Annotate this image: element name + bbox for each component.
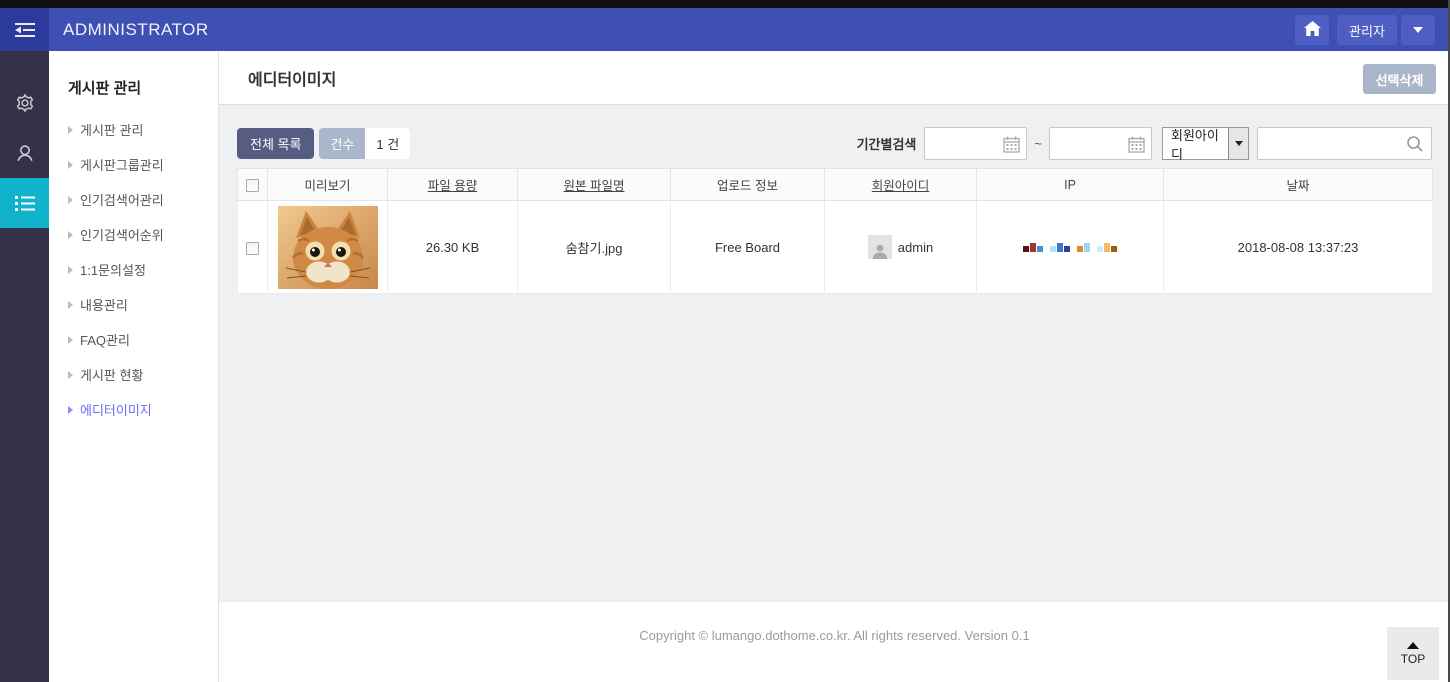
row-checkbox[interactable] <box>246 242 259 255</box>
count-label: 건수 <box>319 128 365 159</box>
date-cell: 2018-08-08 13:37:23 <box>1164 201 1433 294</box>
sidebar-item-content-manage[interactable]: 내용관리 <box>49 287 218 322</box>
sidebar: 게시판 관리 게시판 관리 게시판그룹관리 인기검색어관리 인기검색어순위 1:… <box>49 51 219 682</box>
sidebar-item-faq-manage[interactable]: FAQ관리 <box>49 322 218 357</box>
sidebar-menu: 게시판 관리 게시판그룹관리 인기검색어관리 인기검색어순위 1:1문의설정 내… <box>49 112 218 427</box>
table-header-row: 미리보기 파일 용량 원본 파일명 업로드 정보 회원아이디 IP 날짜 <box>238 169 1433 201</box>
editor-image-table: 미리보기 파일 용량 원본 파일명 업로드 정보 회원아이디 IP 날짜 <box>237 168 1433 294</box>
select-all-checkbox[interactable] <box>246 179 259 192</box>
user-dropdown-button[interactable] <box>1401 15 1435 45</box>
count-value: 1 건 <box>365 128 410 159</box>
col-preview: 미리보기 <box>268 169 388 201</box>
home-icon <box>1304 21 1321 39</box>
admin-user-button[interactable]: 관리자 <box>1337 15 1397 45</box>
col-member-id: 회원아이디 <box>825 169 977 201</box>
content-area: 전체 목록 건수 1 건 기간별검색 <box>219 127 1450 624</box>
select-arrow-button[interactable] <box>1228 128 1248 159</box>
date-from-input[interactable] <box>924 127 1027 160</box>
page-title: 에디터이미지 <box>248 66 336 90</box>
sidebar-item-board-group[interactable]: 게시판그룹관리 <box>49 147 218 182</box>
col-ip: IP <box>977 169 1164 201</box>
full-list-button[interactable]: 전체 목록 <box>237 128 314 159</box>
page-header: 에디터이미지 선택삭제 <box>219 51 1450 105</box>
sidebar-item-popular-keyword-rank[interactable]: 인기검색어순위 <box>49 217 218 252</box>
footer: Copyright © lumango.dothome.co.kr. All r… <box>219 602 1450 682</box>
col-original-filename: 원본 파일명 <box>518 169 671 201</box>
date-range-separator: ~ <box>1034 136 1042 151</box>
col-file-size: 파일 용량 <box>388 169 518 201</box>
triangle-up-icon <box>1407 642 1419 649</box>
selected-option: 회원아이디 <box>1163 125 1228 163</box>
chevron-down-icon <box>1235 141 1243 146</box>
sidebar-item-editor-image[interactable]: 에디터이미지 <box>49 392 218 427</box>
table-row: 26.30 KB 숨참기.jpg Free Board admin <box>238 201 1433 294</box>
main-area: 에디터이미지 선택삭제 전체 목록 건수 1 건 기간별검색 <box>219 51 1450 682</box>
date-to-input[interactable] <box>1049 127 1152 160</box>
calendar-icon[interactable] <box>1128 136 1145 156</box>
triangle-right-icon <box>68 126 73 134</box>
copyright-text: Copyright © lumango.dothome.co.kr. All r… <box>219 602 1450 643</box>
chevron-down-icon <box>1413 27 1423 33</box>
record-count: 건수 1 건 <box>319 128 410 159</box>
row-select-cell <box>238 201 268 294</box>
app-title: ADMINISTRATOR <box>63 20 209 40</box>
sidebar-item-inquiry-settings[interactable]: 1:1문의설정 <box>49 252 218 287</box>
triangle-right-icon <box>68 301 73 309</box>
triangle-right-icon <box>68 371 73 379</box>
home-button[interactable] <box>1295 15 1329 45</box>
top-button-label: TOP <box>1401 652 1425 666</box>
indent-menu-icon <box>14 22 36 38</box>
ip-cell <box>977 201 1164 294</box>
member-cell: admin <box>825 201 977 294</box>
preview-cell <box>268 201 388 294</box>
triangle-right-icon <box>68 231 73 239</box>
select-all-cell <box>238 169 268 201</box>
triangle-right-icon <box>68 196 73 204</box>
delete-selected-button[interactable]: 선택삭제 <box>1363 64 1436 94</box>
sidebar-title: 게시판 관리 <box>68 77 218 98</box>
window-top-strip <box>0 0 1450 8</box>
sidebar-item-board-manage[interactable]: 게시판 관리 <box>49 112 218 147</box>
search-field-select[interactable]: 회원아이디 <box>1162 127 1249 160</box>
avatar <box>868 235 892 259</box>
member-id: admin <box>898 240 933 255</box>
preview-thumbnail[interactable] <box>278 206 378 289</box>
search-box <box>1257 127 1432 160</box>
rail-item-users[interactable] <box>0 128 49 178</box>
sidebar-toggle-button[interactable] <box>0 8 49 51</box>
ip-obfuscated-glyphs <box>977 243 1163 252</box>
rail-item-settings[interactable] <box>0 78 49 128</box>
col-date: 날짜 <box>1164 169 1433 201</box>
scroll-top-button[interactable]: TOP <box>1387 627 1439 680</box>
file-size-cell: 26.30 KB <box>388 201 518 294</box>
upload-info-cell: Free Board <box>671 201 825 294</box>
icon-rail <box>0 8 49 682</box>
triangle-right-icon <box>68 406 73 414</box>
gear-icon <box>14 92 36 114</box>
list-icon <box>14 194 36 212</box>
calendar-icon[interactable] <box>1003 136 1020 156</box>
person-icon <box>14 142 36 164</box>
search-icon[interactable] <box>1406 135 1424 156</box>
triangle-right-icon <box>68 161 73 169</box>
toolbar: 전체 목록 건수 1 건 기간별검색 <box>237 127 1432 160</box>
filename-cell: 숨참기.jpg <box>518 201 671 294</box>
top-header: ADMINISTRATOR 관리자 <box>49 8 1448 51</box>
triangle-right-icon <box>68 266 73 274</box>
sidebar-item-board-status[interactable]: 게시판 현황 <box>49 357 218 392</box>
rail-item-board[interactable] <box>0 178 49 228</box>
sidebar-item-popular-keyword-manage[interactable]: 인기검색어관리 <box>49 182 218 217</box>
triangle-right-icon <box>68 336 73 344</box>
period-search-label: 기간별검색 <box>857 134 917 153</box>
col-upload-info: 업로드 정보 <box>671 169 825 201</box>
